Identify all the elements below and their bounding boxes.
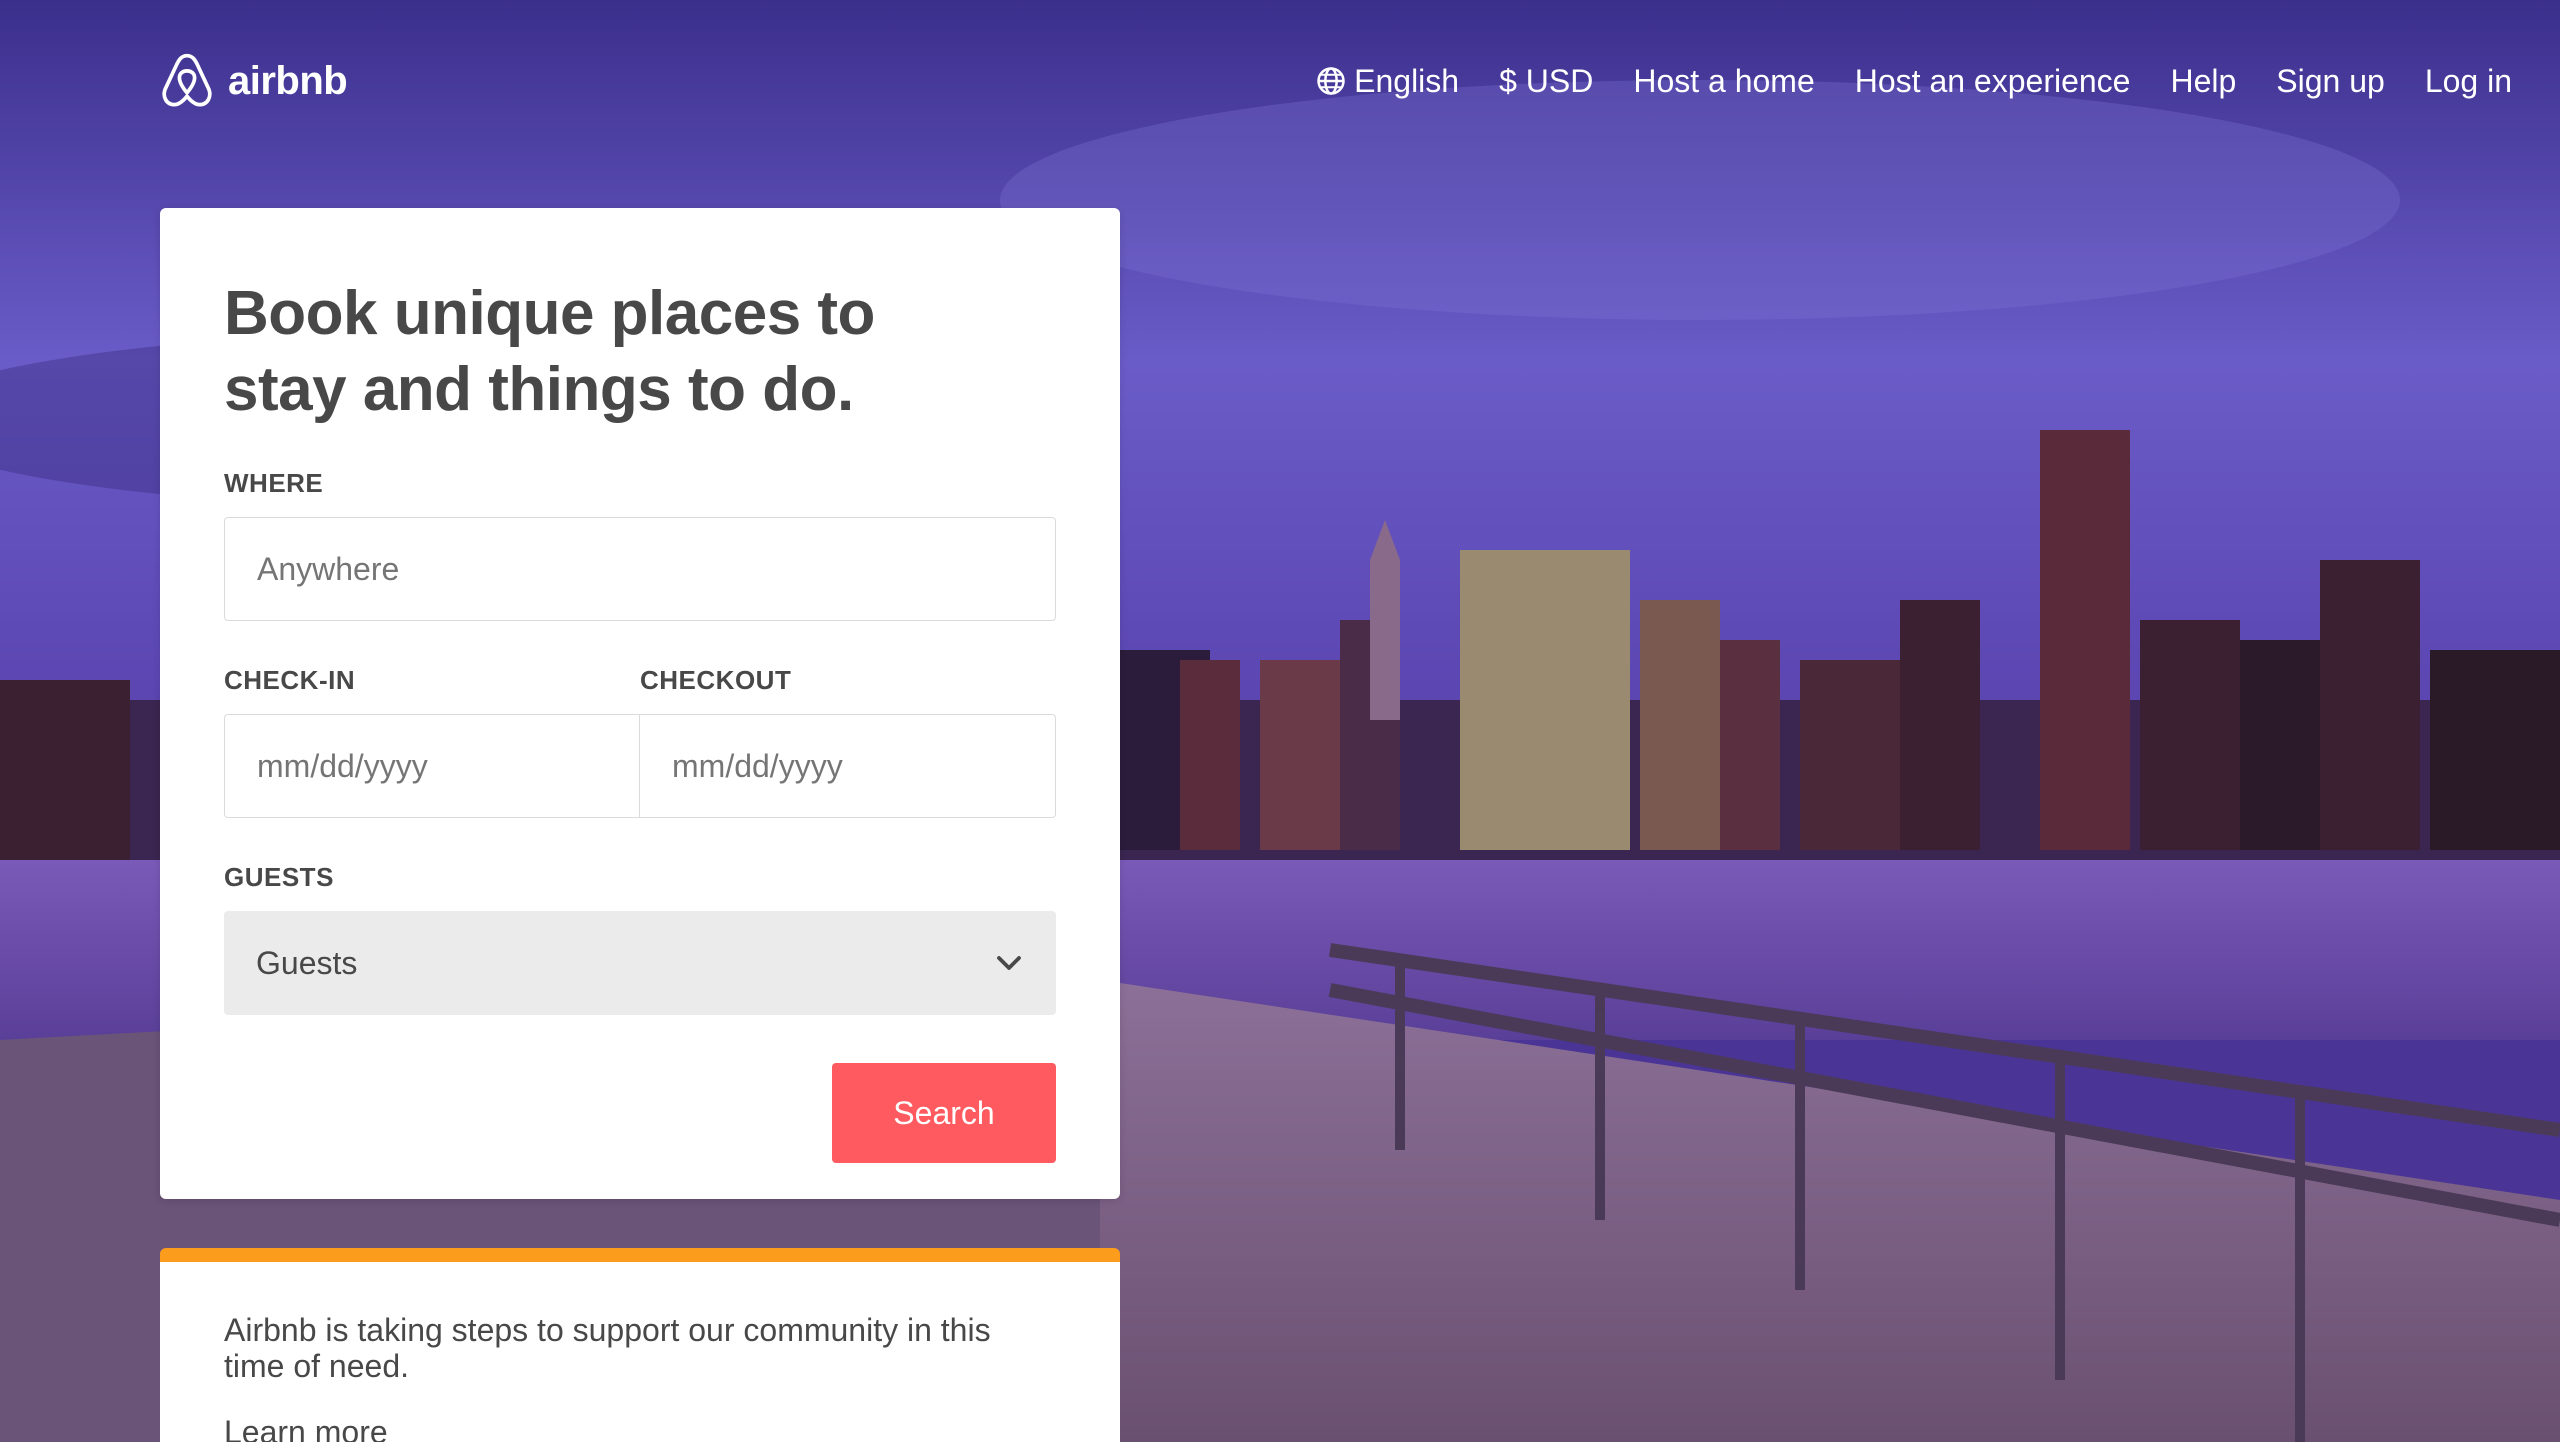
nav-sign-up[interactable]: Sign up	[2276, 63, 2385, 100]
learn-more-link[interactable]: Learn more	[224, 1414, 1056, 1442]
nav-language-label: English	[1354, 62, 1460, 99]
chevron-down-icon	[997, 956, 1021, 970]
nav-language[interactable]: English	[1316, 63, 1459, 100]
checkout-label: CHECKOUT	[640, 665, 792, 695]
nav-log-in[interactable]: Log in	[2425, 63, 2512, 100]
checkin-group: CHECK-IN	[224, 665, 640, 818]
brand-name: airbnb	[228, 58, 348, 103]
nav-help[interactable]: Help	[2170, 63, 2236, 100]
search-button[interactable]: Search	[832, 1063, 1056, 1163]
nav-host-home[interactable]: Host a home	[1633, 63, 1814, 100]
guests-group: GUESTS Guests	[224, 862, 1056, 1015]
checkin-label: CHECK-IN	[224, 665, 356, 695]
top-nav: English $ USD Host a home Host an experi…	[1276, 56, 2512, 106]
where-label: WHERE	[224, 468, 324, 498]
booking-title: Book unique places to stay and things to…	[224, 279, 875, 424]
airbnb-logo[interactable]: airbnb	[160, 50, 348, 112]
booking-card: Book unique places to stay and things to…	[160, 208, 1120, 1199]
dates-row: CHECK-IN CHECKOUT	[224, 665, 1056, 818]
site-header: airbnb English $ USD Host a home Host an…	[0, 0, 2560, 160]
guests-select[interactable]: Guests	[224, 911, 1056, 1015]
covid-notice: Airbnb is taking steps to support our co…	[160, 1248, 1120, 1442]
checkout-input[interactable]	[640, 714, 1056, 818]
where-input[interactable]	[224, 517, 1056, 621]
nav-host-experience[interactable]: Host an experience	[1855, 63, 2131, 100]
airbnb-belo-icon	[162, 53, 212, 107]
guests-label: GUESTS	[224, 862, 334, 892]
notice-text: Airbnb is taking steps to support our co…	[224, 1312, 991, 1384]
nav-currency[interactable]: $ USD	[1499, 63, 1593, 100]
search-row: Search	[224, 1063, 1056, 1163]
checkout-group: CHECKOUT	[640, 665, 1056, 818]
globe-icon	[1317, 67, 1345, 95]
guests-select-value: Guests	[256, 944, 358, 981]
checkin-input[interactable]	[224, 714, 640, 818]
